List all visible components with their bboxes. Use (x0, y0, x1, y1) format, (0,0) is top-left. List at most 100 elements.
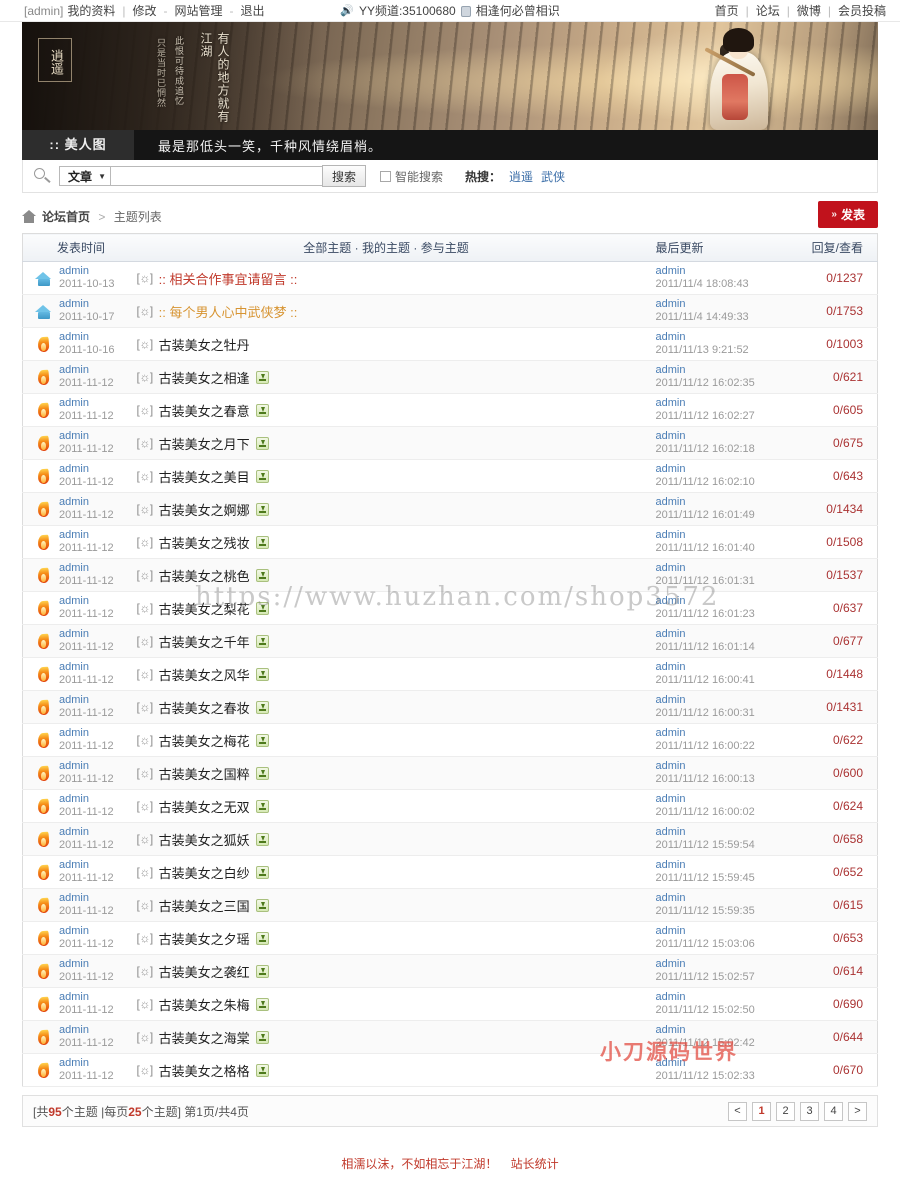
topic-title-link[interactable]: 古装美女之桃色 (159, 566, 250, 585)
attachment-icon[interactable] (255, 502, 269, 516)
nav-home[interactable]: 首页 (715, 2, 739, 19)
row-author-link[interactable]: admin (59, 529, 114, 542)
attachment-icon[interactable] (255, 931, 269, 945)
table-row[interactable]: admin 2011-11-12 [☼] 古装美女之袭红 admin 2011/11/12… (22, 954, 878, 988)
table-row[interactable]: admin 2011-11-12 [☼] 古装美女之风华 admin 2011/11/12… (22, 658, 878, 691)
topic-title-link[interactable]: 古装美女之风华 (159, 665, 250, 684)
table-row[interactable]: admin 2011-10-17 [☼]:: 每个男人心中武侠梦 :: admin 20… (22, 294, 878, 328)
topic-title-link[interactable]: 古装美女之相逢 (159, 368, 250, 387)
breadcrumb-forum-home[interactable]: 论坛首页 (42, 210, 90, 224)
attachment-icon[interactable] (255, 997, 269, 1011)
row-author-link[interactable]: admin (59, 760, 114, 773)
new-post-button[interactable]: » 发表 (818, 201, 878, 228)
logout-link[interactable]: 退出 (241, 2, 265, 19)
table-row[interactable]: admin 2011-11-12 [☼] 古装美女之相逢 admin 2011/11/12… (22, 360, 878, 394)
table-row[interactable]: admin 2011-11-12 [☼] 古装美女之无双 admin 2011/11/12… (22, 790, 878, 823)
last-update-author-link[interactable]: admin (656, 727, 776, 740)
topic-title-link[interactable]: :: 每个男人心中武侠梦 :: (159, 302, 298, 321)
attachment-icon[interactable] (255, 370, 269, 384)
edit-profile-link[interactable]: 修改 (133, 2, 157, 19)
row-author-link[interactable]: admin (59, 892, 114, 905)
row-author-link[interactable]: admin (59, 397, 114, 410)
table-row[interactable]: admin 2011-11-12 [☼] 古装美女之梅花 admin 2011/11/12… (22, 724, 878, 757)
topic-title-link[interactable]: 古装美女之月下 (159, 434, 250, 453)
row-author-link[interactable]: admin (59, 430, 114, 443)
topic-title-link[interactable]: 古装美女之格格 (159, 1061, 250, 1080)
pagination-button-prev[interactable]: < (728, 1101, 747, 1121)
attachment-icon[interactable] (255, 1030, 269, 1044)
attachment-icon[interactable] (255, 799, 269, 813)
last-update-author-link[interactable]: admin (656, 430, 776, 443)
last-update-author-link[interactable]: admin (656, 463, 776, 476)
last-update-author-link[interactable]: admin (656, 925, 776, 938)
attachment-icon[interactable] (255, 832, 269, 846)
last-update-author-link[interactable]: admin (656, 331, 776, 344)
attachment-icon[interactable] (255, 700, 269, 714)
my-profile-link[interactable]: 我的资料 (67, 2, 115, 19)
row-author-link[interactable]: admin (59, 628, 114, 641)
topic-title-link[interactable]: 古装美女之春意 (159, 401, 250, 420)
table-row[interactable]: admin 2011-11-12 [☼] 古装美女之白纱 admin 2011/11/12… (22, 856, 878, 889)
topic-title-link[interactable]: 古装美女之残妆 (159, 533, 250, 552)
qq-icon[interactable] (460, 6, 471, 17)
row-author-link[interactable]: admin (59, 727, 114, 740)
attachment-icon[interactable] (255, 766, 269, 780)
filter-all-topics[interactable]: 全部主题 (303, 241, 351, 255)
nav-weibo[interactable]: 微博 (797, 2, 821, 19)
last-update-author-link[interactable]: admin (656, 562, 776, 575)
row-author-link[interactable]: admin (59, 958, 114, 971)
topic-title-link[interactable]: 古装美女之白纱 (159, 863, 250, 882)
last-update-author-link[interactable]: admin (656, 1057, 776, 1070)
table-row[interactable]: admin 2011-11-12 [☼] 古装美女之国粹 admin 2011/11/12… (22, 756, 878, 790)
last-update-author-link[interactable]: admin (656, 661, 776, 674)
row-author-link[interactable]: admin (59, 826, 114, 839)
table-row[interactable]: admin 2011-11-12 [☼] 古装美女之格格 admin 2011/11/12… (22, 1054, 878, 1087)
last-update-author-link[interactable]: admin (656, 364, 776, 377)
filter-my-topics[interactable]: 我的主题 (362, 241, 410, 255)
attachment-icon[interactable] (255, 436, 269, 450)
topic-title-link[interactable]: 古装美女之美目 (159, 467, 250, 486)
row-author-link[interactable]: admin (59, 661, 114, 674)
row-author-link[interactable]: admin (59, 694, 114, 707)
row-author-link[interactable]: admin (59, 496, 114, 509)
last-update-author-link[interactable]: admin (656, 265, 776, 278)
search-input[interactable] (111, 166, 323, 186)
topic-title-link[interactable]: 古装美女之狐妖 (159, 830, 250, 849)
attachment-icon[interactable] (255, 865, 269, 879)
last-update-author-link[interactable]: admin (656, 694, 776, 707)
topic-title-link[interactable]: :: 相关合作事宜请留言 :: (159, 269, 298, 288)
attachment-icon[interactable] (255, 403, 269, 417)
table-row[interactable]: admin 2011-11-12 [☼] 古装美女之春妆 admin 2011/11/12… (22, 690, 878, 724)
topic-title-link[interactable]: 古装美女之国粹 (159, 764, 250, 783)
topic-title-link[interactable]: 古装美女之梅花 (159, 731, 250, 750)
last-update-author-link[interactable]: admin (656, 793, 776, 806)
table-row[interactable]: admin 2011-11-12 [☼] 古装美女之狐妖 admin 2011/11/12… (22, 822, 878, 856)
table-row[interactable]: admin 2011-11-12 [☼] 古装美女之海棠 admin 2011/11/12… (22, 1020, 878, 1054)
footer-site-stats-link[interactable]: 站长统计 (511, 1157, 559, 1171)
pagination-button-next[interactable]: > (848, 1101, 867, 1121)
search-scope-select[interactable]: 文章 ▼ (59, 166, 111, 186)
last-update-author-link[interactable]: admin (656, 595, 776, 608)
table-row[interactable]: admin 2011-11-12 [☼] 古装美女之梨花 admin 2011/11/12… (22, 592, 878, 625)
search-button[interactable]: 搜索 (322, 165, 366, 187)
row-author-link[interactable]: admin (59, 925, 114, 938)
table-row[interactable]: admin 2011-10-13 [☼]:: 相关合作事宜请留言 :: admin 20… (22, 262, 878, 295)
topic-title-link[interactable]: 古装美女之牡丹 (159, 335, 250, 354)
attachment-icon[interactable] (255, 601, 269, 615)
last-update-author-link[interactable]: admin (656, 1024, 776, 1037)
attachment-icon[interactable] (255, 1063, 269, 1077)
topic-title-link[interactable]: 古装美女之无双 (159, 797, 250, 816)
table-row[interactable]: admin 2011-11-12 [☼] 古装美女之美目 admin 2011/11/12… (22, 460, 878, 493)
row-author-link[interactable]: admin (59, 793, 114, 806)
nav-member-submit[interactable]: 会员投稿 (838, 2, 886, 19)
last-update-author-link[interactable]: admin (656, 859, 776, 872)
last-update-author-link[interactable]: admin (656, 991, 776, 1004)
last-update-author-link[interactable]: admin (656, 892, 776, 905)
table-row[interactable]: admin 2011-11-12 [☼] 古装美女之朱梅 admin 2011/11/12… (22, 988, 878, 1021)
row-author-link[interactable]: admin (59, 298, 114, 311)
hot-tag-xiaoyao[interactable]: 逍遥 (509, 168, 533, 185)
row-author-link[interactable]: admin (59, 463, 114, 476)
row-author-link[interactable]: admin (59, 331, 114, 344)
row-author-link[interactable]: admin (59, 595, 114, 608)
last-update-author-link[interactable]: admin (656, 958, 776, 971)
